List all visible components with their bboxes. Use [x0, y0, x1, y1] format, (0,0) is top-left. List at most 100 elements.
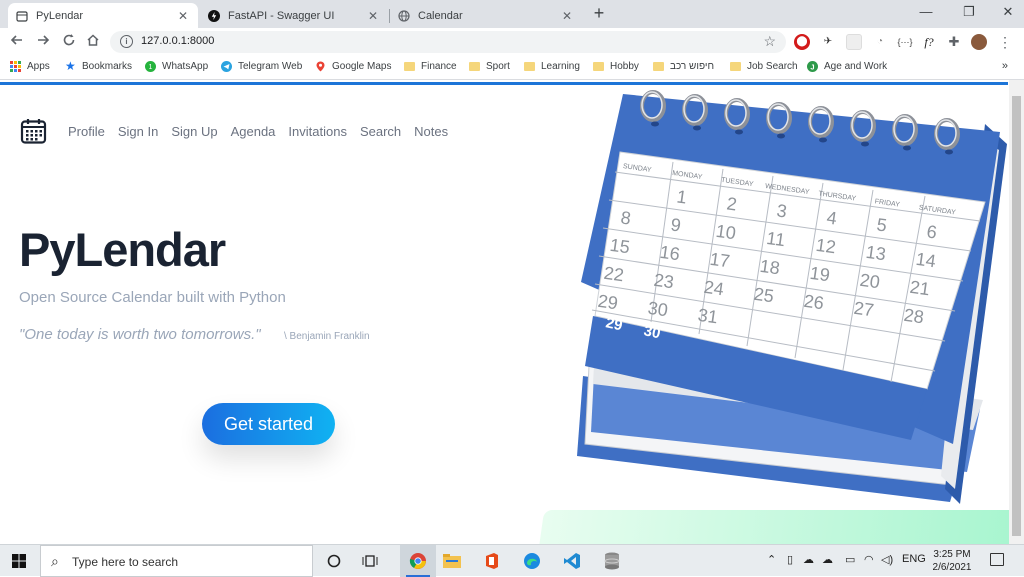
bookmark-whatsapp[interactable]: 1 WhatsApp [145, 61, 208, 72]
json-extension-icon[interactable]: {⋯} [897, 34, 913, 50]
tab-close-icon[interactable]: ✕ [560, 9, 574, 23]
folder-icon [524, 62, 535, 71]
formula-extension-icon[interactable]: f? [921, 34, 937, 50]
address-bar[interactable]: i 127.0.0.1:8000 ☆ [110, 31, 786, 53]
bookmark-star-icon[interactable]: ☆ [763, 33, 776, 50]
minimize-button[interactable]: — [918, 4, 934, 20]
tab-close-icon[interactable]: ✕ [366, 9, 380, 23]
calendar-date-number: 14 [915, 249, 938, 272]
calendar-date-number: 23 [653, 270, 676, 293]
bookmark-label: Learning [541, 61, 580, 72]
restore-button[interactable]: ❐ [961, 4, 977, 20]
calendar-date-number: 24 [703, 277, 726, 300]
quote-author: \ Benjamin Franklin [284, 331, 370, 342]
calendar-date-number: 30 [647, 298, 670, 321]
nav-link-search[interactable]: Search [360, 124, 401, 139]
tab-close-icon[interactable]: ✕ [176, 9, 190, 23]
binder-hole [777, 133, 785, 139]
tab-fastapi[interactable]: FastAPI - Swagger UI ✕ [200, 3, 388, 28]
calendar-date-number: 10 [715, 221, 738, 244]
calendar-date-number: 19 [809, 263, 832, 286]
taskbar-search-box[interactable]: ⌕ Type here to search [40, 545, 313, 577]
tray-cloud-icon[interactable]: ☁ [822, 553, 833, 566]
folder-icon [404, 62, 415, 71]
star-icon: ★ [65, 59, 76, 73]
extension-icon[interactable] [846, 34, 862, 50]
tab-pylendar[interactable]: PyLendar ✕ [8, 3, 198, 28]
volume-icon[interactable]: ◁) [881, 553, 893, 566]
office-icon[interactable] [480, 549, 504, 573]
language-indicator[interactable]: ENG [902, 553, 926, 565]
page-scrollbar[interactable] [1009, 80, 1024, 544]
adblock-extension-icon[interactable]: ⬤ [794, 34, 810, 50]
nav-link-notes[interactable]: Notes [414, 124, 448, 139]
tray-display-icon[interactable]: ▭ [845, 553, 855, 566]
nav-link-invitations[interactable]: Invitations [288, 124, 347, 139]
letter-j-icon: J [807, 61, 818, 72]
bookmark-folder-car-search[interactable]: חיפוש רכב [653, 61, 714, 72]
wifi-icon[interactable]: ◠ [864, 553, 874, 566]
svg-text:J: J [810, 62, 814, 71]
nav-link-profile[interactable]: Profile [68, 124, 105, 139]
calendar-date-number: 26 [803, 291, 826, 314]
tab-title: PyLendar [36, 9, 84, 22]
menu-kebab-icon[interactable]: ⋮ [997, 34, 1013, 50]
bookmarks-overflow-button[interactable]: » [1002, 60, 1008, 72]
scrollbar-thumb[interactable] [1012, 96, 1021, 536]
calendar-date-number: 22 [603, 263, 626, 286]
get-started-button[interactable]: Get started [202, 403, 335, 445]
bookmark-telegram[interactable]: Telegram Web [221, 61, 302, 72]
calendar-date-number: 20 [859, 270, 882, 293]
bookmark-label: Telegram Web [238, 61, 303, 72]
binder-hole [819, 137, 827, 143]
bookmark-folder-finance[interactable]: Finance [404, 61, 457, 72]
bookmark-age-and-work[interactable]: J Age and Work [807, 61, 887, 72]
close-window-button[interactable]: ✕ [1000, 4, 1016, 20]
tab-title: FastAPI - Swagger UI [228, 9, 335, 22]
cortana-icon[interactable] [322, 549, 346, 573]
bookmark-folder-hobby[interactable]: Hobby [593, 61, 639, 72]
nav-link-sign-in[interactable]: Sign In [118, 124, 158, 139]
onedrive-cloud-icon[interactable]: ☁ [803, 553, 814, 566]
back-button[interactable] [8, 33, 26, 51]
task-view-icon[interactable] [358, 549, 382, 573]
bookmark-google-maps[interactable]: Google Maps [315, 61, 391, 72]
forward-button[interactable] [34, 33, 52, 51]
folder-icon [730, 62, 741, 71]
edge-icon[interactable] [520, 549, 544, 573]
tab-calendar[interactable]: Calendar ✕ [390, 3, 582, 28]
fastapi-icon [208, 9, 220, 22]
calendar-date-number: 28 [903, 305, 926, 328]
vscode-icon[interactable] [560, 549, 584, 573]
bookmark-folder-sport[interactable]: Sport [469, 61, 510, 72]
new-tab-button[interactable]: + [590, 4, 608, 22]
extensions-puzzle-icon[interactable]: ✚ [946, 34, 962, 50]
bookmark-bookmarks[interactable]: ★ Bookmarks [65, 59, 132, 73]
pylendar-logo-calendar-icon[interactable] [20, 118, 47, 145]
tray-chevron-up-icon[interactable]: ⌃ [767, 553, 776, 566]
folder-icon [593, 62, 604, 71]
nav-link-agenda[interactable]: Agenda [231, 124, 276, 139]
site-info-icon[interactable]: i [120, 35, 133, 48]
extension-icon[interactable]: ◔ [872, 34, 888, 50]
file-explorer-icon[interactable] [440, 549, 464, 573]
home-button[interactable] [84, 33, 102, 51]
reload-button[interactable] [60, 33, 78, 51]
notifications-icon[interactable] [990, 553, 1004, 566]
chrome-taskbar-icon[interactable] [400, 545, 436, 577]
taskbar-search-placeholder: Type here to search [72, 555, 179, 569]
url-text[interactable]: 127.0.0.1:8000 [141, 35, 214, 47]
bookmark-folder-job-search[interactable]: Job Search [730, 61, 798, 72]
profile-avatar[interactable] [971, 34, 987, 50]
nav-link-sign-up[interactable]: Sign Up [171, 124, 217, 139]
bookmark-folder-learning[interactable]: Learning [524, 61, 580, 72]
windows-start-icon[interactable] [12, 554, 26, 568]
bookmark-apps[interactable]: Apps [10, 61, 50, 72]
extension-icon[interactable]: ✈ [820, 34, 836, 50]
quote-text: "One today is worth two tomorrows." [19, 326, 261, 343]
tray-phone-icon[interactable]: ▯ [787, 553, 793, 566]
calendar-date-number: 29 [597, 291, 620, 314]
svg-text:1: 1 [149, 64, 153, 71]
taskbar-clock[interactable]: 3:25 PM 2/6/2021 [928, 548, 976, 574]
database-icon[interactable] [600, 549, 624, 573]
